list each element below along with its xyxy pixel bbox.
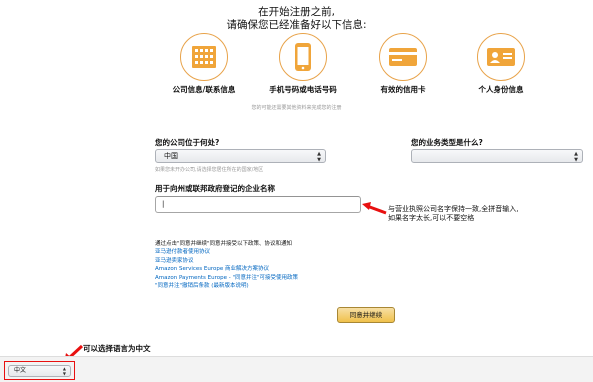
footer-bar xyxy=(0,356,593,382)
mobile-phone-icon xyxy=(295,43,311,71)
requirement-label: 公司信息/联系信息 xyxy=(172,85,236,94)
country-select-value: 中国 xyxy=(164,152,178,160)
requirement-company-info xyxy=(180,33,228,81)
select-arrows-icon: ▲ ▼ xyxy=(62,366,66,376)
company-name-label: 用于向州或联邦政府登记的企业名称 xyxy=(155,184,275,193)
annotation-arrow-icon xyxy=(362,202,387,215)
annotation-language-note: 可以选择语言为中文 xyxy=(83,344,151,353)
page-subtitle: 请确保您已经准备好以下信息: xyxy=(226,19,367,31)
requirement-label: 手机号码或电话号码 xyxy=(269,85,337,94)
terms-intro: 通过点击"同意并继续"同意并接受以下政策、协议和通知 xyxy=(155,241,293,247)
country-select[interactable]: 中国 ▲ ▼ xyxy=(155,149,326,163)
requirements-note: 您的可能还需要其他资料来完成您的注册 xyxy=(251,105,342,111)
language-select[interactable]: 中文 ▲ ▼ xyxy=(8,365,71,377)
building-icon xyxy=(192,46,216,68)
requirement-phone xyxy=(279,33,327,81)
terms-link[interactable]: Amazon Payments Europe - "同意并注"可接受使用政策 xyxy=(155,274,298,282)
select-arrows-icon: ▲ ▼ xyxy=(574,151,578,163)
requirement-credit-card xyxy=(379,33,427,81)
annotation-company-name-line2: 如果名字太长,可以不要空格 xyxy=(388,214,475,222)
agree-continue-button[interactable]: 同意并继续 xyxy=(337,307,395,323)
requirement-label: 个人身份信息 xyxy=(478,85,524,94)
credit-card-icon xyxy=(389,48,417,66)
terms-link[interactable]: 亚马逊卖家协议 xyxy=(155,257,298,265)
id-card-icon xyxy=(487,48,515,66)
terms-link[interactable]: Amazon Services Europe 商业解决方案协议 xyxy=(155,265,298,273)
business-type-label: 您的业务类型是什么? xyxy=(411,138,483,147)
terms-link[interactable]: 亚马逊付款者使用协议 xyxy=(155,248,298,256)
country-help: 如果您未开办公司,请选择您居住所在的国家/地区 xyxy=(155,167,264,173)
terms-section: 通过点击"同意并继续"同意并接受以下政策、协议和通知 亚马逊付款者使用协议 亚马… xyxy=(155,240,298,290)
business-type-select[interactable]: ▲ ▼ xyxy=(411,149,583,163)
requirement-label: 有效的信用卡 xyxy=(380,85,426,94)
annotation-company-name-line1: 与营业执照公司名字保持一致,全拼音输入, xyxy=(388,205,519,213)
terms-link[interactable]: "同意并注"撤销后条款 (最新版本说明) xyxy=(155,282,298,290)
company-name-input[interactable]: | xyxy=(155,196,361,213)
language-select-value: 中文 xyxy=(14,367,27,374)
select-arrows-icon: ▲ ▼ xyxy=(317,151,321,163)
company-name-value: | xyxy=(162,200,165,208)
requirement-id xyxy=(477,33,525,81)
country-label: 您的公司位于何处? xyxy=(155,138,220,147)
